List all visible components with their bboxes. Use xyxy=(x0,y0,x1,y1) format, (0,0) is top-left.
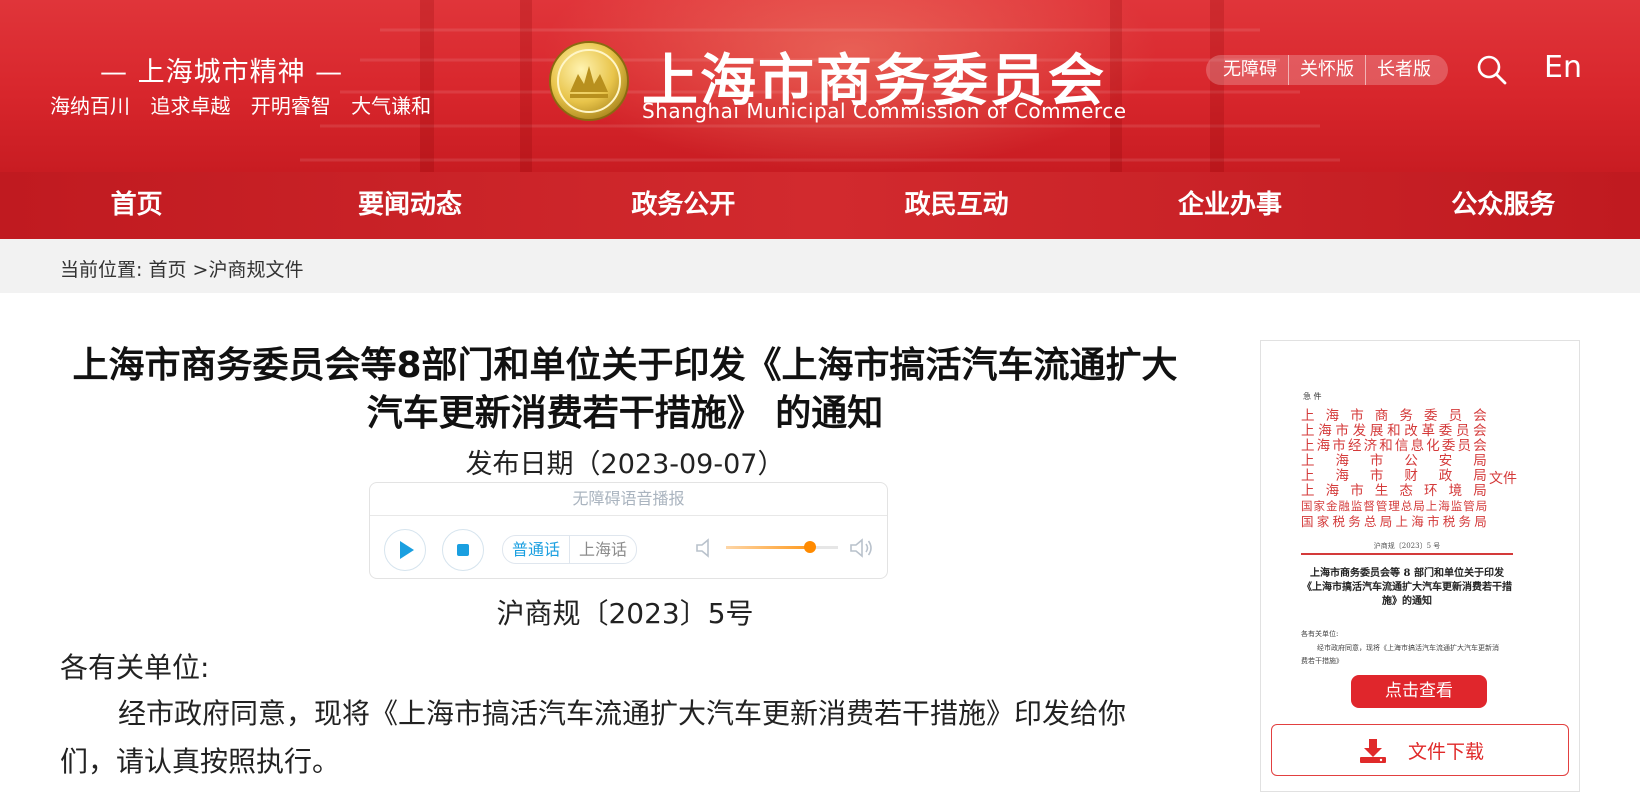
breadcrumb-current-link[interactable]: 沪商规文件 xyxy=(208,259,303,281)
org-name-en: Shanghai Municipal Commission of Commerc… xyxy=(642,99,1127,123)
care-mode-button[interactable]: 关怀版 xyxy=(1288,55,1365,85)
breadcrumb: 当前位置: 首页 >沪商规文件 xyxy=(60,255,303,282)
article-title: 上海市商务委员会等8部门和单位关于印发《上海市搞活汽车流通扩大汽车更新消费若干措… xyxy=(72,345,1178,434)
thumbnail-issuer-list: 上 海 市 商 务 委 员 会 上海市发展和改革委员会 上海市经济和信息化委员会… xyxy=(1301,408,1487,530)
nav-item-business-services[interactable]: 企业办事 xyxy=(1093,172,1366,239)
volume-slider[interactable] xyxy=(726,541,838,553)
breadcrumb-separator: > xyxy=(192,259,209,281)
download-icon xyxy=(1360,739,1386,763)
thumbnail-issuer: 上 海 市 财 政 局 xyxy=(1301,468,1487,484)
thumbnail-issuer: 上 海 市 商 务 委 员 会 xyxy=(1301,408,1487,424)
nav-item-home[interactable]: 首页 xyxy=(0,172,273,239)
document-number: 沪商规〔2023〕5号 xyxy=(496,597,754,630)
volume-slider-fill xyxy=(726,546,810,549)
play-icon xyxy=(400,541,414,559)
document-preview-panel: 急 件 上 海 市 商 务 委 员 会 上海市发展和改革委员会 上海市经济和信息… xyxy=(1260,340,1580,792)
nav-item-news[interactable]: 要闻动态 xyxy=(273,172,546,239)
publish-date: 发布日期（2023-09-07） xyxy=(465,449,785,480)
nav-item-interaction[interactable]: 政民互动 xyxy=(820,172,1093,239)
thumbnail-body-line: 经市政府同意，现将《上海市搞活汽车流通扩大汽车更新消 xyxy=(1317,644,1499,652)
thumbnail-issuer: 上 海 市 公 安 局 xyxy=(1301,453,1487,469)
document-thumbnail[interactable]: 急 件 上 海 市 商 务 委 员 会 上海市发展和改革委员会 上海市经济和信息… xyxy=(1301,391,1541,701)
audio-player: 无障碍语音播报 普通话 上海话 xyxy=(369,482,888,579)
salutation: 各有关单位: xyxy=(60,651,210,684)
slogan-title: — 上海城市精神 — xyxy=(100,57,344,88)
thumbnail-issuer: 上 海 市 生 态 环 境 局 xyxy=(1301,483,1487,499)
play-button[interactable] xyxy=(384,529,426,571)
main-nav: 首页 要闻动态 政务公开 政民互动 企业办事 公众服务 xyxy=(0,172,1640,239)
audio-player-header: 无障碍语音播报 xyxy=(370,483,887,516)
thumbnail-issuer: 上海市经济和信息化委员会 xyxy=(1301,438,1487,454)
volume-low-icon[interactable] xyxy=(694,536,716,560)
elder-mode-button[interactable]: 长者版 xyxy=(1365,55,1442,85)
slogan-item: 追求卓越 xyxy=(150,94,231,118)
accessibility-group: 无障碍 关怀版 长者版 xyxy=(1206,55,1448,85)
thumbnail-file-word: 文件 xyxy=(1489,471,1517,487)
search-icon[interactable] xyxy=(1476,54,1508,86)
slogan-line: 海纳百川 追求卓越 开明睿智 大气谦和 xyxy=(50,90,445,119)
thumbnail-urgent-tag: 急 件 xyxy=(1303,392,1322,401)
thumbnail-issuer: 国家金融监督管理总局上海监管局 xyxy=(1301,499,1487,513)
download-file-label: 文件下载 xyxy=(1408,741,1485,763)
slogan-item: 大气谦和 xyxy=(351,94,432,118)
breadcrumb-bar: 当前位置: 首页 >沪商规文件 xyxy=(0,239,1640,293)
article-body: 经市政府同意，现将《上海市搞活汽车流通扩大汽车更新消费若干措施》印发给你们，请认… xyxy=(60,697,1127,778)
thumbnail-red-rule xyxy=(1301,553,1513,555)
nav-item-gov-affairs[interactable]: 政务公开 xyxy=(547,172,820,239)
slogan-item: 海纳百川 xyxy=(50,94,130,118)
thumbnail-salutation: 各有关单位: xyxy=(1301,630,1339,638)
accessibility-button[interactable]: 无障碍 xyxy=(1212,55,1288,85)
stop-icon xyxy=(457,544,469,556)
view-document-button[interactable]: 点击查看 xyxy=(1351,675,1487,708)
dialect-shanghainese-option[interactable]: 上海话 xyxy=(569,536,636,563)
thumbnail-issuer: 国家税务总局上海市税务局 xyxy=(1301,514,1487,529)
nav-item-public-services[interactable]: 公众服务 xyxy=(1367,172,1640,239)
thumbnail-doc-number: 沪商规〔2023〕5 号 xyxy=(1373,542,1441,550)
thumbnail-body-line: 费若干措施》 xyxy=(1301,657,1343,665)
english-language-button[interactable]: En xyxy=(1544,50,1582,85)
dialect-switch: 普通话 上海话 xyxy=(502,535,638,564)
slogan-item: 开明睿智 xyxy=(250,94,331,118)
header-banner: — 上海城市精神 — 海纳百川 追求卓越 开明睿智 大气谦和 上海市商务委员会 … xyxy=(0,0,1640,172)
download-file-button[interactable]: 文件下载 xyxy=(1271,724,1569,776)
volume-high-icon[interactable] xyxy=(848,536,874,560)
dialect-mandarin-option[interactable]: 普通话 xyxy=(503,536,569,563)
breadcrumb-home-link[interactable]: 首页 xyxy=(148,259,186,281)
breadcrumb-prefix: 当前位置: xyxy=(60,259,143,281)
stop-button[interactable] xyxy=(442,529,484,571)
thumbnail-issuer: 上海市发展和改革委员会 xyxy=(1301,423,1487,439)
shanghai-emblem-icon[interactable] xyxy=(548,40,630,122)
volume-slider-knob[interactable] xyxy=(804,541,816,553)
thumbnail-title: 上海市商务委员会等 8 部门和单位关于印发《上海市搞活汽车流通扩大汽车更新消费若… xyxy=(1302,568,1512,607)
